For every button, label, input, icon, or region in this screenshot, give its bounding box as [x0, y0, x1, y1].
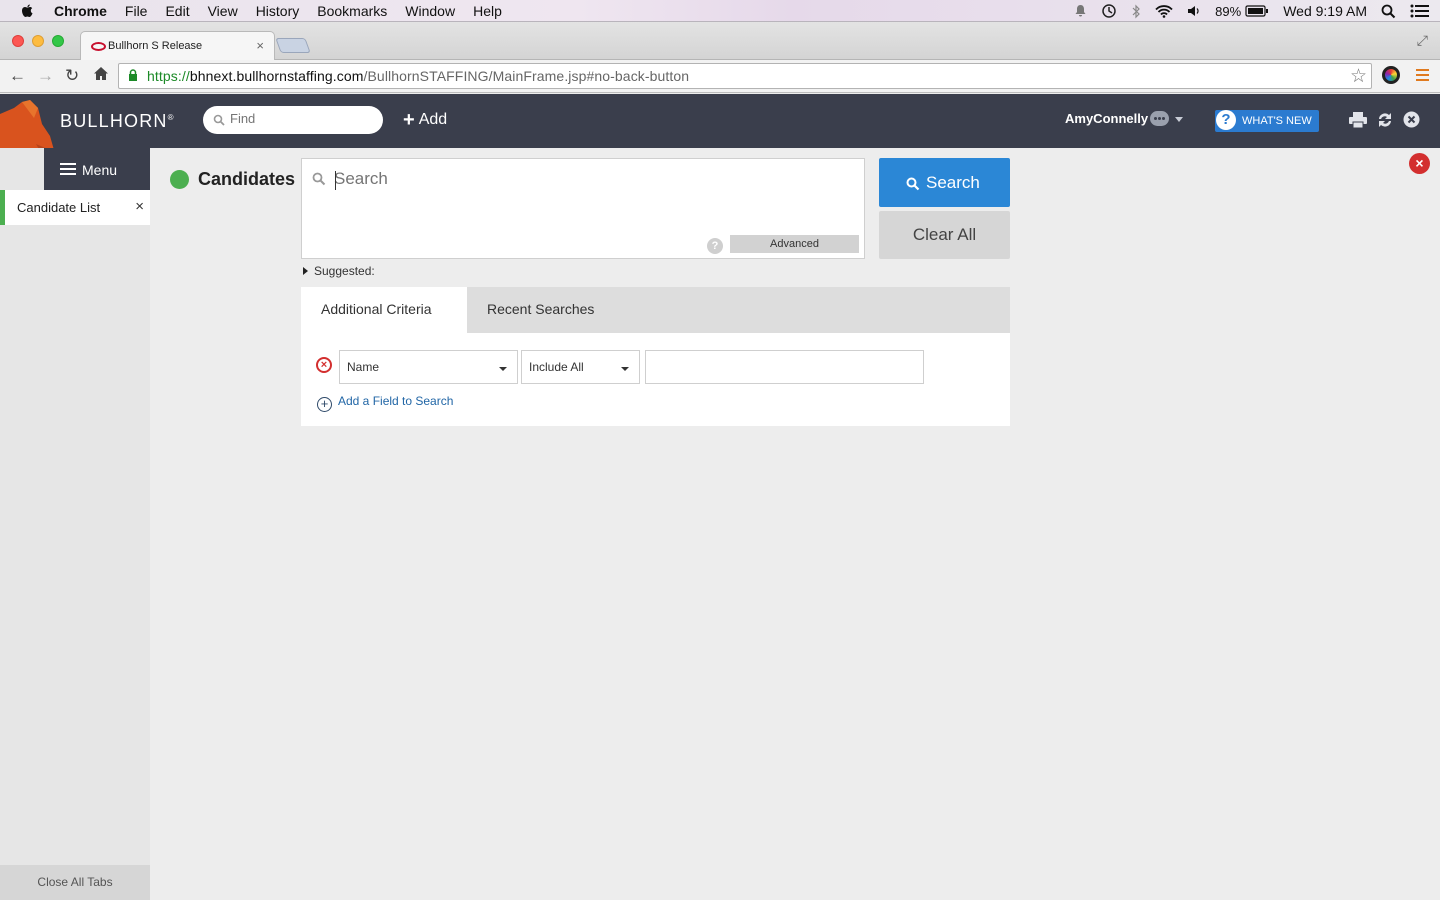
menu-button[interactable]: Menu — [44, 148, 150, 190]
clock[interactable]: Wed 9:19 AM — [1283, 3, 1367, 19]
lock-icon — [128, 69, 138, 82]
notification-center-icon[interactable] — [1410, 4, 1430, 18]
browser-tab-title: Bullhorn S Release — [108, 40, 203, 52]
criteria-panel: Additional Criteria Recent Searches × Na… — [301, 287, 1010, 426]
field-select[interactable]: Name — [339, 350, 518, 384]
whats-new-button[interactable]: ? WHAT'S NEW — [1215, 110, 1319, 132]
back-arrow-icon[interactable]: ← — [9, 66, 26, 86]
window-zoom-button[interactable] — [52, 35, 64, 47]
caret-right-icon — [303, 267, 308, 275]
browser-tab-active[interactable]: Bullhorn S Release × — [80, 31, 275, 60]
spotlight-icon[interactable] — [1381, 4, 1396, 19]
browser-tabstrip: Bullhorn S Release × ⤢ — [0, 22, 1440, 60]
tab-close-icon[interactable]: × — [256, 38, 264, 53]
window-minimize-button[interactable] — [32, 35, 44, 47]
new-tab-button[interactable] — [275, 38, 311, 53]
extension-icon[interactable] — [1382, 66, 1400, 84]
chevron-down-icon — [621, 367, 629, 371]
plus-circle-icon: + — [317, 397, 332, 412]
menu-edit[interactable]: Edit — [165, 3, 189, 19]
fullscreen-icon[interactable]: ⤢ — [1417, 32, 1428, 49]
suggested-toggle[interactable]: Suggested: — [303, 264, 375, 278]
search-input[interactable] — [334, 169, 834, 189]
close-circle-icon[interactable] — [1403, 111, 1420, 133]
chat-bubble-icon[interactable] — [1150, 111, 1169, 126]
time-machine-icon[interactable] — [1101, 3, 1117, 19]
open-tab-candidate-list[interactable]: Candidate List × — [0, 190, 150, 225]
hamburger-icon — [60, 163, 76, 178]
tab-additional-criteria[interactable]: Additional Criteria — [301, 287, 467, 333]
apple-menu-icon[interactable] — [19, 3, 37, 19]
tab-recent-searches[interactable]: Recent Searches — [467, 287, 614, 333]
menu-view[interactable]: View — [208, 3, 238, 19]
find-input[interactable] — [230, 111, 375, 126]
wifi-icon[interactable] — [1155, 4, 1173, 18]
clear-all-button[interactable]: Clear All — [879, 211, 1010, 259]
home-icon[interactable] — [93, 66, 109, 86]
question-circle-icon: ? — [1216, 110, 1236, 130]
menu-app-chrome[interactable]: Chrome — [54, 3, 107, 19]
browser-toolbar: ← → ↻ https://bhnext.bullhornstaffing.co… — [0, 60, 1440, 93]
print-icon[interactable] — [1348, 111, 1368, 134]
bullhorn-favicon-icon — [91, 42, 106, 51]
search-button[interactable]: Search — [879, 158, 1010, 207]
refresh-icon[interactable] — [1376, 111, 1394, 134]
criteria-tabs: Additional Criteria Recent Searches — [301, 287, 1010, 333]
address-bar[interactable]: https://bhnext.bullhornstaffing.com/Bull… — [118, 63, 1372, 89]
plus-icon: + — [403, 109, 415, 131]
macos-menubar: Chrome File Edit View History Bookmarks … — [0, 0, 1440, 22]
close-tab-icon[interactable]: × — [135, 198, 144, 215]
add-button[interactable]: + Add — [403, 109, 447, 132]
bullhorn-wordmark: BULLHORN® — [60, 111, 175, 131]
text-cursor — [335, 171, 336, 190]
window-close-button[interactable] — [12, 35, 24, 47]
add-field-link[interactable]: + Add a Field to Search — [317, 394, 453, 412]
search-icon — [906, 176, 920, 196]
battery-percent: 89% — [1215, 3, 1242, 19]
reload-icon[interactable]: ↻ — [65, 66, 79, 86]
forward-arrow-icon[interactable]: → — [37, 66, 54, 86]
menu-history[interactable]: History — [256, 3, 300, 19]
candidate-search-box[interactable]: ? Advanced — [301, 158, 865, 259]
help-icon[interactable]: ? — [707, 238, 723, 254]
close-panel-icon[interactable]: × — [1409, 153, 1430, 174]
find-search-box[interactable] — [203, 106, 383, 134]
search-icon — [312, 172, 326, 191]
menu-bookmarks[interactable]: Bookmarks — [317, 3, 387, 19]
bluetooth-icon[interactable] — [1131, 4, 1141, 19]
bookmark-star-icon[interactable]: ☆ — [1350, 65, 1367, 88]
search-icon — [213, 113, 225, 131]
volume-icon[interactable] — [1187, 5, 1201, 17]
left-navigation: Menu Candidate List × Close All Tabs — [0, 148, 150, 900]
menu-file[interactable]: File — [125, 3, 148, 19]
remove-criterion-icon[interactable]: × — [316, 357, 332, 373]
status-indicator-dot — [170, 170, 189, 189]
page-title: Candidates — [198, 169, 296, 189]
battery-icon[interactable] — [1245, 5, 1269, 17]
menu-window[interactable]: Window — [405, 3, 455, 19]
chevron-down-icon[interactable] — [1175, 117, 1183, 122]
close-all-tabs-button[interactable]: Close All Tabs — [0, 865, 150, 900]
advanced-button[interactable]: Advanced — [730, 235, 859, 253]
operator-select[interactable]: Include All — [521, 350, 640, 384]
app-header: BULLHORN® +Add AmyConnelly ? WHAT'S NEW — [0, 94, 1440, 190]
menu-help[interactable]: Help — [473, 3, 502, 19]
chrome-menu-icon[interactable] — [1416, 69, 1429, 84]
user-name[interactable]: AmyConnelly — [1065, 111, 1148, 126]
notification-bell-icon[interactable] — [1074, 4, 1087, 18]
criterion-value-input[interactable] — [645, 350, 924, 384]
chevron-down-icon — [499, 367, 507, 371]
url-text: https://bhnext.bullhornstaffing.com/Bull… — [147, 68, 690, 84]
